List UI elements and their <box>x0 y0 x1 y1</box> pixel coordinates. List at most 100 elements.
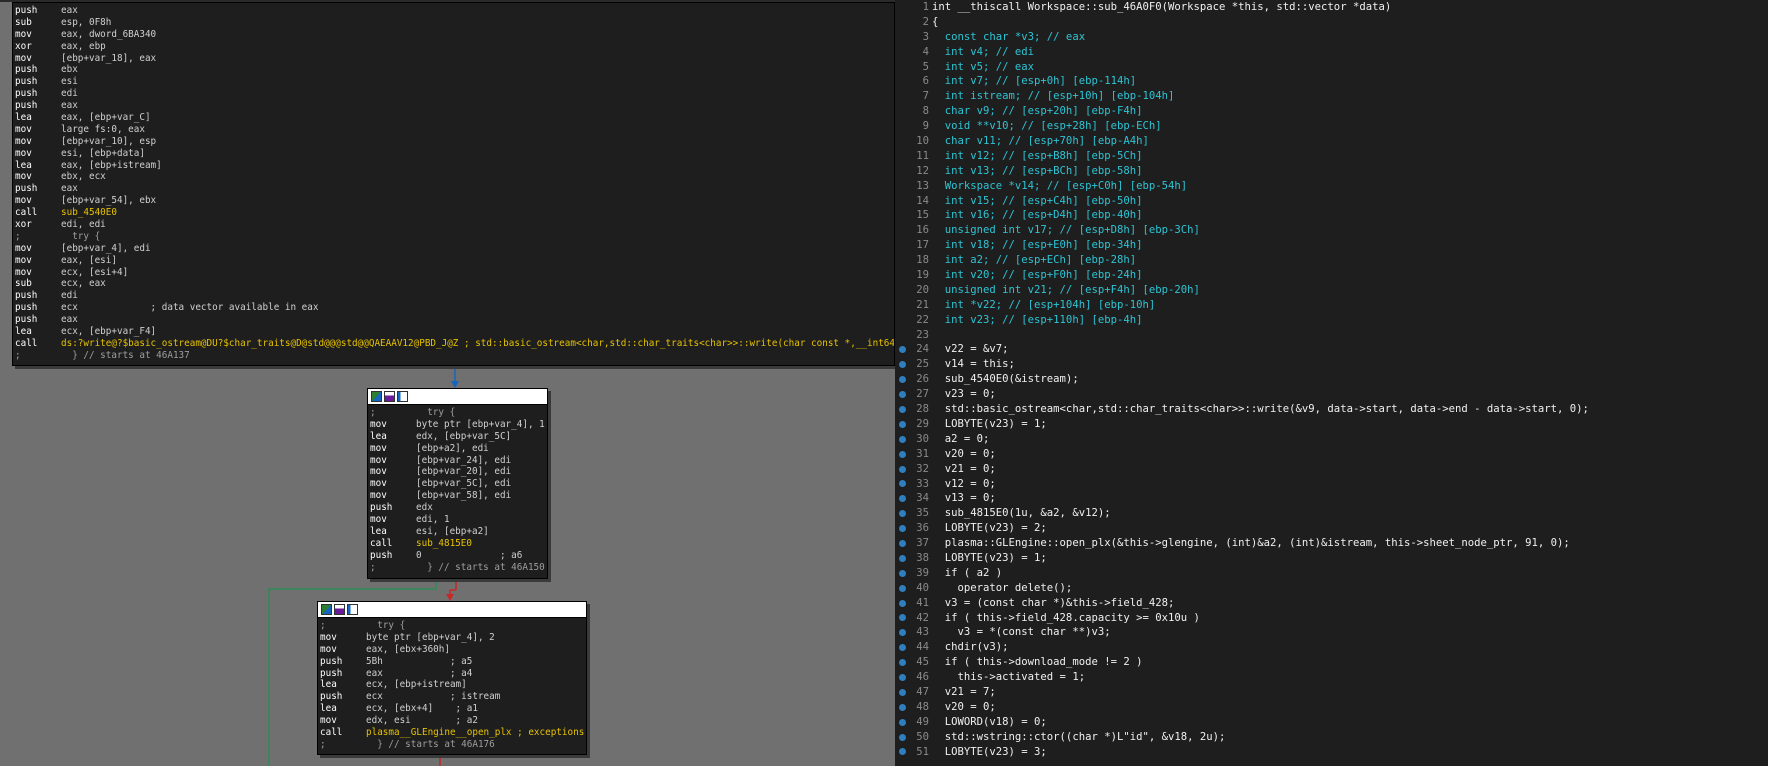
breakpoint-dot-icon[interactable] <box>895 566 909 581</box>
pseudocode-line[interactable]: 7 int istream; // [esp+10h] [ebp-104h] <box>895 89 1768 104</box>
gutter[interactable] <box>895 164 909 179</box>
asm-line[interactable]: mov large fs:0, eax <box>15 124 894 136</box>
asm-line[interactable]: ; try { <box>370 407 547 419</box>
gutter[interactable] <box>895 253 909 268</box>
breakpoint-dot-icon[interactable] <box>895 625 909 640</box>
gutter[interactable] <box>895 328 909 343</box>
block-color-icon[interactable] <box>321 604 332 615</box>
gutter[interactable] <box>895 179 909 194</box>
gutter[interactable] <box>895 119 909 134</box>
pseudocode-line[interactable]: 17 int v18; // [esp+E0h] [ebp-34h] <box>895 238 1768 253</box>
breakpoint-dot-icon[interactable] <box>895 596 909 611</box>
asm-line[interactable]: lea ecx, [ebp+var_F4] <box>15 326 894 338</box>
asm-line[interactable]: push eax <box>15 314 894 326</box>
pseudocode-line[interactable]: 49 LOWORD(v18) = 0; <box>895 715 1768 730</box>
asm-line[interactable]: mov [ebp+var_24], edi <box>370 455 547 467</box>
asm-line[interactable]: mov edi, 1 <box>370 514 547 526</box>
pseudocode-line[interactable]: 26 sub_4540E0(&istream); <box>895 372 1768 387</box>
gutter[interactable] <box>895 0 909 15</box>
asm-line[interactable]: push esi <box>15 76 894 88</box>
asm-line[interactable]: call sub_4540E0 <box>15 207 894 219</box>
pseudocode-line[interactable]: 4 int v4; // edi <box>895 45 1768 60</box>
pseudocode-line[interactable]: 1 int __thiscall Workspace::sub_46A0F0(Wo… <box>895 0 1768 15</box>
block-list-icon[interactable] <box>397 391 408 402</box>
asm-line[interactable]: ; } // starts at 46A150 <box>370 562 547 574</box>
breakpoint-dot-icon[interactable] <box>895 700 909 715</box>
breakpoint-dot-icon[interactable] <box>895 342 909 357</box>
breakpoint-dot-icon[interactable] <box>895 730 909 745</box>
asm-line[interactable]: lea esi, [ebp+a2] <box>370 526 547 538</box>
gutter[interactable] <box>895 45 909 60</box>
gutter[interactable] <box>895 30 909 45</box>
pseudocode-line[interactable]: 36 LOBYTE(v23) = 2; <box>895 521 1768 536</box>
gutter[interactable] <box>895 149 909 164</box>
gutter[interactable] <box>895 313 909 328</box>
asm-line[interactable]: mov [ebp+var_58], edi <box>370 490 547 502</box>
asm-line[interactable]: call ds:?write@?$basic_ostream@DU?$char_t… <box>15 338 894 350</box>
breakpoint-dot-icon[interactable] <box>895 402 909 417</box>
asm-line[interactable]: ; try { <box>320 620 586 632</box>
block-list-icon[interactable] <box>347 604 358 615</box>
breakpoint-dot-icon[interactable] <box>895 745 909 760</box>
pseudocode-line[interactable]: 24 v22 = &v7; <box>895 342 1768 357</box>
gutter[interactable] <box>895 74 909 89</box>
pseudocode-line[interactable]: 20 unsigned int v21; // [esp+F4h] [ebp-2… <box>895 283 1768 298</box>
asm-line[interactable]: mov [ebp+var_54], ebx <box>15 195 894 207</box>
breakpoint-dot-icon[interactable] <box>895 536 909 551</box>
asm-line[interactable]: call plasma__GLEngine__open_plx ; excepti… <box>320 727 586 739</box>
pseudocode-line[interactable]: 30 a2 = 0; <box>895 432 1768 447</box>
breakpoint-dot-icon[interactable] <box>895 521 909 536</box>
pseudocode-line[interactable]: 12 int v13; // [esp+BCh] [ebp-58h] <box>895 164 1768 179</box>
gutter[interactable] <box>895 194 909 209</box>
asm-line[interactable]: push edx <box>370 502 547 514</box>
asm-line[interactable]: push eax <box>15 100 894 112</box>
asm-line[interactable]: xor eax, ebp <box>15 41 894 53</box>
breakpoint-dot-icon[interactable] <box>895 387 909 402</box>
asm-line[interactable]: mov [ebp+var_18], eax <box>15 53 894 65</box>
pseudocode-line[interactable]: 9 void **v10; // [esp+28h] [ebp-ECh] <box>895 119 1768 134</box>
gutter[interactable] <box>895 238 909 253</box>
asm-line[interactable]: call sub_4815E0 <box>370 538 547 550</box>
asm-line[interactable]: mov [ebp+a2], edi <box>370 443 547 455</box>
pseudocode-line[interactable]: 18 int a2; // [esp+ECh] [ebp-28h] <box>895 253 1768 268</box>
breakpoint-dot-icon[interactable] <box>895 670 909 685</box>
pseudocode-line[interactable]: 50 std::wstring::ctor((char *)L"id", &v1… <box>895 730 1768 745</box>
breakpoint-dot-icon[interactable] <box>895 715 909 730</box>
pseudocode-line[interactable]: 11 int v12; // [esp+B8h] [ebp-5Ch] <box>895 149 1768 164</box>
pseudocode-line[interactable]: 38 LOBYTE(v23) = 1; <box>895 551 1768 566</box>
pseudocode-line[interactable]: 10 char v11; // [esp+70h] [ebp-A4h] <box>895 134 1768 149</box>
asm-line[interactable]: mov byte ptr [ebp+var_4], 2 <box>320 632 586 644</box>
pseudocode-line[interactable]: 42 if ( this->field_428.capacity >= 0x10… <box>895 611 1768 626</box>
asm-line[interactable]: mov eax, [ebx+360h] <box>320 644 586 656</box>
asm-line[interactable]: mov [ebp+var_20], edi <box>370 466 547 478</box>
asm-line[interactable]: push 0 ; a6 <box>370 550 547 562</box>
asm-line[interactable]: mov [ebp+var_5C], edi <box>370 478 547 490</box>
breakpoint-dot-icon[interactable] <box>895 417 909 432</box>
breakpoint-dot-icon[interactable] <box>895 551 909 566</box>
pseudocode-line[interactable]: 44 chdir(v3); <box>895 640 1768 655</box>
pseudocode-line[interactable]: 3 const char *v3; // eax <box>895 30 1768 45</box>
breakpoint-dot-icon[interactable] <box>895 372 909 387</box>
asm-line[interactable]: mov [ebp+var_10], esp <box>15 136 894 148</box>
pseudocode-line[interactable]: 16 unsigned int v17; // [esp+D8h] [ebp-3… <box>895 223 1768 238</box>
asm-line[interactable]: push ebx <box>15 64 894 76</box>
asm-line[interactable]: mov eax, [esi] <box>15 255 894 267</box>
gutter[interactable] <box>895 223 909 238</box>
asm-line[interactable]: push 5Bh ; a5 <box>320 656 586 668</box>
pseudocode-line[interactable]: 51 LOBYTE(v23) = 3; <box>895 745 1768 760</box>
breakpoint-dot-icon[interactable] <box>895 581 909 596</box>
pseudocode-line[interactable]: 6 int v7; // [esp+0h] [ebp-114h] <box>895 74 1768 89</box>
pseudocode-line[interactable]: 13 Workspace *v14; // [esp+C0h] [ebp-54h… <box>895 179 1768 194</box>
pseudocode-line[interactable]: 14 int v15; // [esp+C4h] [ebp-50h] <box>895 194 1768 209</box>
asm-block-2[interactable]: ; try {mov byte ptr [ebp+var_4], 1 lea edx,… <box>367 388 548 579</box>
pseudocode-line[interactable]: 23 <box>895 328 1768 343</box>
pseudocode-line[interactable]: 34 v13 = 0; <box>895 491 1768 506</box>
pseudocode-line[interactable]: 31 v20 = 0; <box>895 447 1768 462</box>
pseudocode-line[interactable]: 35 sub_4815E0(1u, &a2, &v12); <box>895 506 1768 521</box>
asm-line[interactable]: push ecx ; istream <box>320 691 586 703</box>
pseudocode-line[interactable]: 43 v3 = *(const char **)v3; <box>895 625 1768 640</box>
block-chart-icon[interactable] <box>384 391 395 402</box>
asm-line[interactable]: push eax <box>15 183 894 195</box>
asm-line[interactable]: push ecx ; data vector available in eax <box>15 302 894 314</box>
breakpoint-dot-icon[interactable] <box>895 491 909 506</box>
